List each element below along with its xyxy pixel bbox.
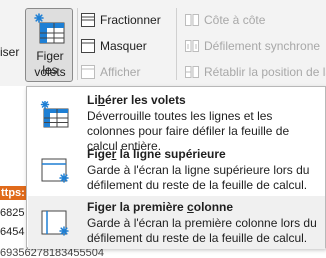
unhide-window-label: Afficher (100, 65, 141, 79)
ribbon-view-tab: iser Figer les volets ⌄ (0, 0, 326, 93)
freeze-panes-button[interactable]: Figer les volets ⌄ (25, 8, 73, 93)
freeze-panes-icon (33, 13, 65, 48)
menu-item-title: Figer la ligne supérieure (87, 147, 226, 161)
menu-item-freeze-top-row[interactable]: Figer la ligne supérieure Garde à l'écra… (28, 143, 325, 196)
hide-window-button[interactable]: Masquer (80, 36, 147, 56)
highlighted-cell[interactable]: ttps: (0, 186, 26, 200)
side-by-side-label: Côte à côte (204, 13, 266, 27)
side-by-side-icon (184, 12, 200, 28)
menu-item-unfreeze-panes[interactable]: Libérer les volets Déverrouille toutes l… (28, 89, 325, 153)
sync-scroll-icon (184, 38, 200, 54)
split-icon (80, 12, 96, 28)
cell-value[interactable]: 6825 (0, 206, 26, 220)
menu-item-title: Libérer les volets (87, 93, 186, 107)
hide-window-icon (80, 38, 96, 54)
unhide-window-button[interactable]: Afficher (80, 62, 140, 82)
reset-position-button[interactable]: Rétablir la position de la (184, 62, 326, 82)
freeze-first-column-icon (40, 208, 70, 241)
menu-item-title: Figer la première colonne (87, 200, 234, 214)
sync-scroll-label: Défilement synchrone (204, 39, 321, 53)
freeze-top-row-icon (40, 155, 70, 188)
reset-position-label: Rétablir la position de la (204, 65, 326, 79)
sync-scroll-button[interactable]: Défilement synchrone (184, 36, 320, 56)
freeze-panes-dropdown: Libérer les volets Déverrouille toutes l… (26, 86, 326, 249)
split-label: Fractionner (100, 13, 161, 27)
ribbon-separator (77, 8, 78, 80)
unfreeze-panes-icon (40, 100, 70, 134)
menu-item-freeze-first-column[interactable]: Figer la première colonne Garde à l'écra… (28, 196, 325, 249)
menu-item-description: Garde à l'écran la ligne supérieure lors… (87, 163, 310, 192)
hide-window-label: Masquer (100, 39, 147, 53)
ribbon-partial-label[interactable]: iser (0, 45, 19, 59)
split-button[interactable]: Fractionner (80, 10, 161, 30)
unhide-window-icon (80, 64, 96, 80)
ribbon-separator (176, 8, 177, 80)
reset-position-icon (184, 64, 200, 80)
menu-item-description: Garde à l'écran la première colonne lors… (87, 216, 317, 245)
side-by-side-button[interactable]: Côte à côte (184, 10, 265, 30)
cell-value[interactable]: 6454 (0, 225, 26, 239)
